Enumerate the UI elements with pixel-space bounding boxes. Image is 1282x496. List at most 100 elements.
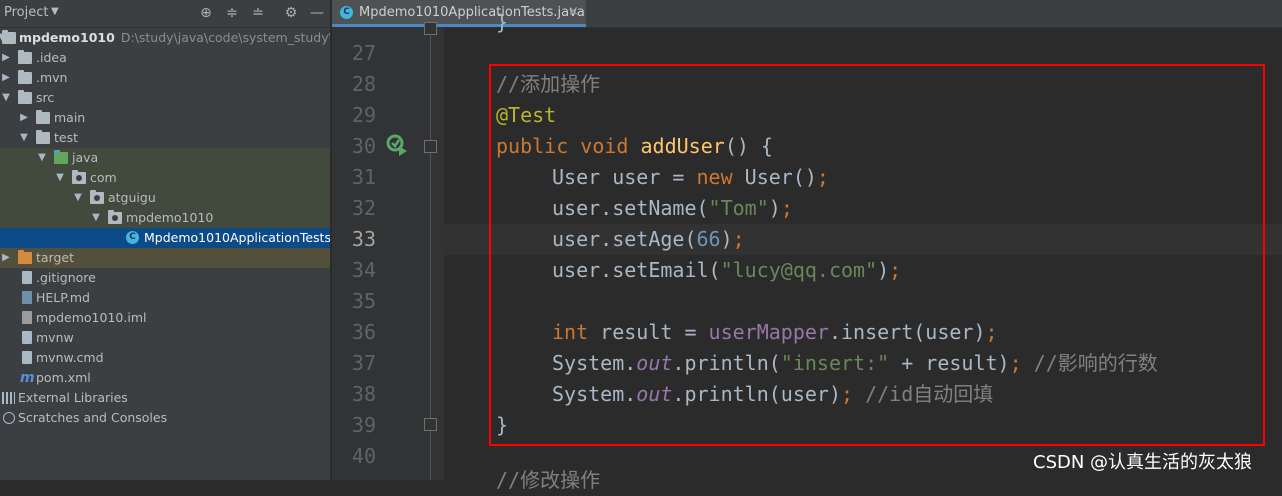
tree-item-label: mpdemo1010.iml bbox=[36, 310, 147, 325]
tree-item-pom-xml[interactable]: m pom.xml bbox=[0, 368, 330, 388]
tree-item-atguigu[interactable]: ▼ atguigu bbox=[0, 188, 330, 208]
tree-item-iml[interactable]: mpdemo1010.iml bbox=[0, 308, 330, 328]
code-line[interactable]: } bbox=[496, 7, 508, 38]
chevron-down-icon[interactable]: ▼ bbox=[36, 148, 48, 168]
tree-item-mvnw-cmd[interactable]: mvnw.cmd bbox=[0, 348, 330, 368]
tree-item-mvnw[interactable]: mvnw bbox=[0, 328, 330, 348]
collapse-all-icon[interactable]: ≐ bbox=[248, 3, 268, 23]
chevron-right-icon[interactable]: ▶ bbox=[0, 68, 12, 88]
folder-icon bbox=[36, 130, 50, 144]
chevron-down-icon[interactable]: ▼ bbox=[90, 208, 102, 228]
script-file-icon bbox=[22, 351, 32, 364]
tree-item-label: test bbox=[54, 130, 79, 145]
tree-item-main[interactable]: ▶ main bbox=[0, 108, 330, 128]
tree-item-java[interactable]: ▼ java bbox=[0, 148, 330, 168]
chevron-down-icon[interactable]: ▼ bbox=[72, 188, 84, 208]
editor-tab-label: Mpdemo1010ApplicationTests.java bbox=[359, 5, 585, 20]
tree-item-label: mvnw.cmd bbox=[36, 350, 104, 365]
module-folder-icon bbox=[2, 30, 16, 44]
tree-item-label: mpdemo1010 bbox=[126, 210, 214, 225]
line-number: 36 bbox=[351, 320, 376, 344]
tree-item-gitignore[interactable]: .gitignore bbox=[0, 268, 330, 288]
line-number: 29 bbox=[351, 103, 376, 127]
tree-item-scratches[interactable]: Scratches and Consoles bbox=[0, 408, 330, 428]
tree-item-label: .idea bbox=[36, 50, 67, 65]
expand-all-icon[interactable]: ≑ bbox=[222, 3, 242, 23]
folder-icon bbox=[18, 90, 32, 104]
line-number: 27 bbox=[351, 41, 376, 65]
close-icon[interactable]: × bbox=[568, 4, 579, 19]
fold-marker-icon[interactable] bbox=[424, 140, 437, 153]
line-number: 38 bbox=[351, 382, 376, 406]
locate-file-icon[interactable]: ⊕ bbox=[196, 3, 216, 23]
line-number: 35 bbox=[351, 289, 376, 313]
watermark: CSDN @认真生活的灰太狼 bbox=[1033, 452, 1253, 473]
editor-tab[interactable]: C Mpdemo1010ApplicationTests.java × bbox=[332, 0, 586, 27]
project-panel: Project ▼ ⊕ ≑ ≐ ⚙ — ▼ mpdemo1010D:\study… bbox=[0, 0, 361, 480]
line-number: 40 bbox=[351, 444, 376, 468]
chevron-right-icon[interactable]: ▶ bbox=[18, 108, 30, 128]
tree-item-project-root[interactable]: ▼ mpdemo1010D:\study\java\code\system_st… bbox=[0, 28, 361, 48]
markdown-file-icon bbox=[22, 291, 32, 304]
module-file-icon bbox=[22, 311, 32, 324]
chevron-down-icon[interactable]: ▼ bbox=[0, 88, 12, 108]
tree-item-mpdemo1010-package[interactable]: ▼ mpdemo1010 bbox=[0, 208, 330, 228]
scratches-icon bbox=[3, 412, 15, 424]
tree-item-label: .mvn bbox=[36, 70, 68, 85]
tree-item-label: Scratches and Consoles bbox=[18, 410, 168, 425]
tree-item-label: target bbox=[36, 250, 75, 265]
library-icon bbox=[2, 392, 15, 404]
test-source-folder-icon bbox=[54, 150, 68, 164]
code-line-41[interactable]: //修改操作 bbox=[496, 465, 600, 496]
package-icon bbox=[90, 190, 104, 204]
tree-item-label: main bbox=[54, 110, 86, 125]
tree-item-label: pom.xml bbox=[36, 370, 91, 385]
editor-tab-bar: C Mpdemo1010ApplicationTests.java × bbox=[332, 0, 1282, 28]
tree-item-label: com bbox=[90, 170, 117, 185]
fold-marker-icon[interactable] bbox=[424, 418, 437, 431]
line-number: 32 bbox=[351, 196, 376, 220]
script-file-icon bbox=[22, 331, 32, 344]
project-panel-header: Project ▼ ⊕ ≑ ≐ ⚙ — bbox=[0, 0, 330, 28]
folder-icon bbox=[18, 70, 32, 84]
tree-item-mvn[interactable]: ▶ .mvn bbox=[0, 68, 330, 88]
chevron-down-icon[interactable]: ▼ bbox=[54, 168, 66, 188]
tree-item-label: atguigu bbox=[108, 190, 156, 205]
chevron-down-icon[interactable]: ▼ bbox=[18, 128, 30, 148]
folder-icon bbox=[18, 50, 32, 64]
tree-item-src[interactable]: ▼ src bbox=[0, 88, 330, 108]
tree-item-test-class[interactable]: C Mpdemo1010ApplicationTests bbox=[0, 228, 331, 248]
chevron-right-icon[interactable]: ▶ bbox=[0, 48, 12, 68]
tree-item-label: java bbox=[72, 150, 99, 165]
package-icon bbox=[72, 170, 86, 184]
tree-item-com[interactable]: ▼ com bbox=[0, 168, 330, 188]
chevron-down-icon[interactable]: ▼ bbox=[51, 6, 59, 17]
highlight-box bbox=[489, 64, 1265, 446]
gutter-divider bbox=[430, 28, 431, 480]
tree-item-label: src bbox=[36, 90, 55, 105]
tree-item-help-md[interactable]: HELP.md bbox=[0, 288, 330, 308]
project-view-selector[interactable]: Project bbox=[4, 5, 48, 20]
package-icon bbox=[108, 210, 122, 224]
class-icon: C bbox=[126, 231, 139, 244]
chevron-right-icon[interactable]: ▶ bbox=[0, 248, 12, 268]
tree-item-label: HELP.md bbox=[36, 290, 90, 305]
excluded-folder-icon bbox=[18, 250, 32, 264]
line-number: 30 bbox=[351, 134, 376, 158]
line-number-current: 33 bbox=[351, 227, 376, 251]
tree-item-label: External Libraries bbox=[18, 390, 128, 405]
line-number: 34 bbox=[351, 258, 376, 282]
tree-item-external-libraries[interactable]: External Libraries bbox=[0, 388, 330, 408]
fold-marker-icon[interactable] bbox=[424, 22, 437, 35]
tree-item-test[interactable]: ▼ test bbox=[0, 128, 330, 148]
tree-item-idea[interactable]: ▶ .idea bbox=[0, 48, 330, 68]
line-number: 28 bbox=[351, 72, 376, 96]
maven-icon: m bbox=[20, 370, 35, 386]
tree-item-label: Mpdemo1010ApplicationTests bbox=[144, 230, 331, 245]
line-number: 39 bbox=[351, 413, 376, 437]
gear-icon[interactable]: ⚙ bbox=[281, 3, 301, 23]
hide-panel-icon[interactable]: — bbox=[307, 3, 327, 23]
run-test-icon[interactable] bbox=[385, 133, 409, 157]
tree-item-label: .gitignore bbox=[36, 270, 96, 285]
tree-item-target[interactable]: ▶ target bbox=[0, 248, 330, 268]
